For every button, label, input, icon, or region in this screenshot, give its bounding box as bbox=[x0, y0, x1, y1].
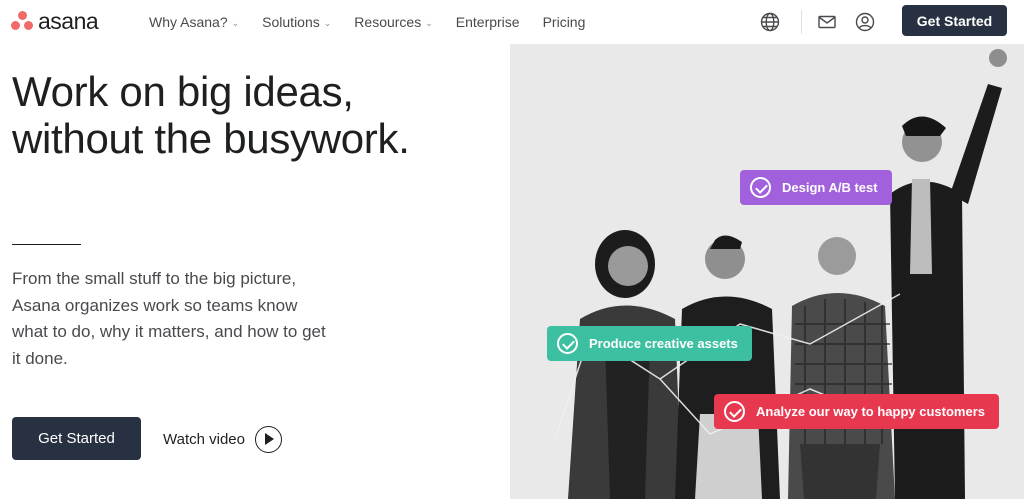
hero-title-line-1: Work on big ideas, bbox=[12, 68, 354, 115]
hero-title: Work on big ideas, without the busywork. bbox=[12, 68, 482, 162]
play-icon bbox=[254, 425, 282, 453]
header-get-started-button[interactable]: Get Started bbox=[902, 5, 1007, 36]
hero-divider bbox=[12, 244, 81, 245]
header-divider bbox=[801, 10, 802, 34]
nav-item-enterprise[interactable]: Enterprise bbox=[456, 14, 520, 30]
main-nav: Why Asana? ⌄ Solutions ⌄ Resources ⌄ Ent… bbox=[149, 0, 608, 44]
check-circle-icon bbox=[724, 401, 745, 422]
nav-item-resources[interactable]: Resources ⌄ bbox=[354, 14, 432, 30]
chevron-down-icon: ⌄ bbox=[323, 17, 332, 28]
nav-item-why-asana[interactable]: Why Asana? ⌄ bbox=[149, 14, 239, 30]
asana-logo-icon bbox=[11, 11, 33, 31]
brand-name: asana bbox=[38, 7, 99, 34]
check-circle-icon bbox=[750, 177, 771, 198]
hero-image: Design A/B test Produce creative assets … bbox=[510, 44, 1024, 499]
nav-item-label: Why Asana? bbox=[149, 14, 228, 30]
task-chip-design: Design A/B test bbox=[740, 170, 892, 205]
check-circle-icon bbox=[557, 333, 578, 354]
watch-video-link[interactable]: Watch video bbox=[163, 425, 282, 453]
team-photo-illustration bbox=[554, 49, 1007, 499]
globe-icon[interactable] bbox=[759, 11, 781, 33]
nav-item-pricing[interactable]: Pricing bbox=[543, 14, 586, 30]
task-label: Analyze our way to happy customers bbox=[756, 404, 986, 419]
mail-icon[interactable] bbox=[816, 11, 838, 33]
user-icon[interactable] bbox=[854, 11, 876, 33]
nav-item-label: Enterprise bbox=[455, 14, 520, 30]
task-chip-produce: Produce creative assets bbox=[547, 326, 752, 361]
task-chip-analyze: Analyze our way to happy customers bbox=[714, 394, 1000, 429]
hero-subtitle: From the small stuff to the big picture,… bbox=[12, 269, 326, 368]
task-label: Design A/B test bbox=[782, 180, 878, 195]
nav-item-solutions[interactable]: Solutions ⌄ bbox=[262, 14, 331, 30]
site-header: asana Why Asana? ⌄ Solutions ⌄ Resources… bbox=[0, 0, 1024, 44]
nav-item-label: Resources bbox=[354, 14, 422, 30]
hero-get-started-button[interactable]: Get Started bbox=[12, 417, 141, 460]
chevron-down-icon: ⌄ bbox=[231, 17, 240, 28]
chevron-down-icon: ⌄ bbox=[425, 17, 433, 28]
hero-title-line-2: without the busywork. bbox=[12, 115, 410, 162]
watch-video-label: Watch video bbox=[163, 430, 245, 448]
nav-item-label: Solutions bbox=[262, 14, 320, 30]
task-label: Produce creative assets bbox=[589, 336, 738, 351]
nav-item-label: Pricing bbox=[542, 14, 586, 30]
asana-logo[interactable]: asana bbox=[11, 7, 99, 34]
